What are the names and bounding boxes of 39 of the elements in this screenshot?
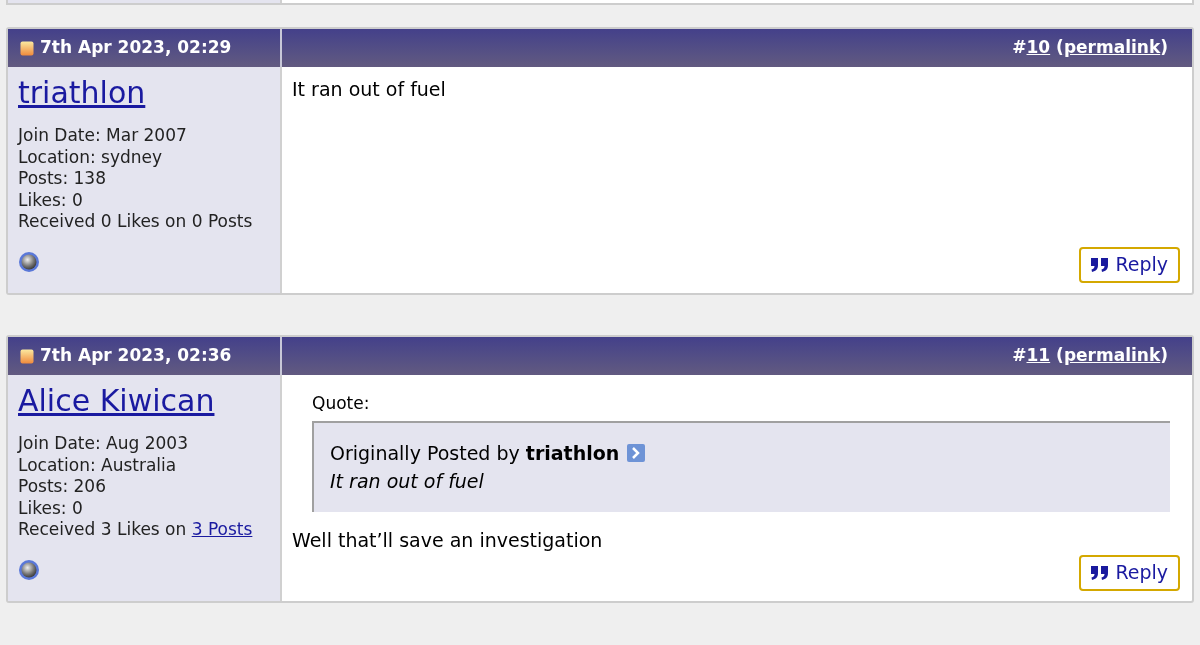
quote-icon	[1091, 256, 1110, 273]
post-date: 7th Apr 2023, 02:29	[40, 36, 232, 60]
quote-attribution: Originally Posted by triathlon	[330, 440, 620, 466]
view-post-icon[interactable]	[627, 443, 646, 462]
header-text: (	[1055, 344, 1064, 368]
quoted-text: It ran out of fuel	[330, 469, 485, 494]
status-orb-icon	[18, 558, 40, 581]
reply-button[interactable]: Reply	[1079, 246, 1180, 283]
status-orb-icon	[18, 250, 40, 273]
quote-icon	[1091, 564, 1110, 581]
post-date: 7th Apr 2023, 02:36	[40, 344, 232, 368]
header-text: )	[1160, 36, 1168, 60]
user-stat: Location: sydney	[18, 146, 164, 168]
quote-label: Quote:	[312, 392, 371, 415]
user-stat: Posts: 138	[18, 168, 107, 190]
username-link[interactable]: Alice Kiwican	[18, 381, 215, 421]
user-stat: Location: Australia	[18, 454, 178, 476]
header-text: (	[1055, 36, 1064, 60]
user-stat: Likes: 0	[18, 189, 84, 211]
post-link[interactable]: permalink	[1063, 35, 1161, 61]
post-message: Well that’ll save an investigation	[292, 527, 604, 553]
user-stat: Posts: 206	[18, 476, 107, 498]
post-message: It ran out of fuel	[292, 77, 447, 102]
reply-button[interactable]: Reply	[1079, 554, 1180, 591]
post-link[interactable]: permalink	[1063, 343, 1161, 369]
header-text: )	[1160, 344, 1168, 368]
header-text: #	[1012, 36, 1027, 60]
username-link[interactable]: triathlon	[18, 73, 146, 113]
post-icon	[20, 40, 34, 56]
user-stat: Received 0 Likes on 0 Posts	[18, 211, 254, 233]
header-text: #	[1012, 344, 1027, 368]
post-icon	[20, 348, 34, 364]
user-stat: Join Date: Aug 2003	[18, 433, 189, 455]
user-stat: Likes: 0	[18, 497, 84, 519]
user-stat: Join Date: Mar 2007	[18, 125, 188, 147]
posts-link[interactable]: 3 Posts	[191, 519, 253, 539]
post-link[interactable]: 11	[1026, 343, 1051, 369]
post-link[interactable]: 10	[1026, 35, 1051, 61]
user-stat: Received 3 Likes on 3 Posts	[18, 519, 254, 541]
